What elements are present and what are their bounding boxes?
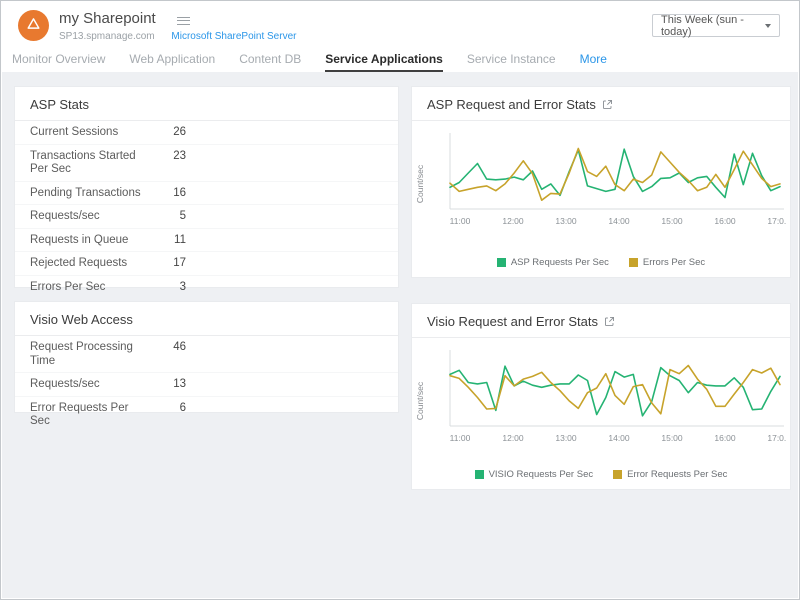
legend-label: ASP Requests Per Sec bbox=[511, 257, 609, 268]
stat-row: Error Requests Per Sec 6 bbox=[15, 397, 398, 433]
svg-text:17:0..: 17:0.. bbox=[767, 433, 786, 443]
legend-item[interactable]: VISIO Requests Per Sec bbox=[475, 469, 594, 480]
visio-request-error-chart-panel: Visio Request and Error Stats Count/sec … bbox=[411, 303, 791, 490]
stat-row: Requests/sec 13 bbox=[15, 373, 398, 397]
line-chart[interactable]: 11:00 12:00 13:00 14:00 15:00 16:00 17:0.. bbox=[428, 129, 786, 235]
chart-legend: ASP Requests Per Sec Errors Per Sec bbox=[412, 257, 790, 268]
asp-request-error-chart-panel: ASP Request and Error Stats Count/sec 11… bbox=[411, 86, 791, 278]
time-range-value: This Week (sun - today) bbox=[661, 14, 765, 38]
svg-text:12:00: 12:00 bbox=[502, 433, 524, 443]
svg-text:15:00: 15:00 bbox=[661, 216, 683, 226]
legend-label: VISIO Requests Per Sec bbox=[489, 469, 594, 480]
header: my Sharepoint SP13.spmanage.com Microsof… bbox=[2, 1, 798, 48]
asp-stats-panel: ASP Stats Current Sessions 26 Transactio… bbox=[14, 86, 399, 288]
warning-triangle-icon bbox=[25, 15, 42, 37]
chevron-down-icon bbox=[765, 24, 771, 28]
stat-row: Requests in Queue 11 bbox=[15, 229, 398, 253]
tab-content-db[interactable]: Content DB bbox=[239, 48, 301, 72]
svg-text:16:00: 16:00 bbox=[714, 433, 736, 443]
tab-bar: Monitor Overview Web Application Content… bbox=[2, 48, 798, 72]
stat-label: Rejected Requests bbox=[30, 257, 150, 271]
stat-label: Requests/sec bbox=[30, 210, 150, 224]
svg-text:11:00: 11:00 bbox=[450, 216, 471, 226]
stat-value: 6 bbox=[150, 402, 186, 416]
legend-label: Error Requests Per Sec bbox=[627, 469, 727, 480]
monitor-host: SP13.spmanage.com Microsoft SharePoint S… bbox=[59, 31, 296, 42]
stat-row: Errors Per Sec 3 bbox=[15, 276, 398, 299]
stat-value: 5 bbox=[150, 210, 186, 224]
stat-label: Current Sessions bbox=[30, 126, 150, 140]
svg-text:11:00: 11:00 bbox=[450, 433, 471, 443]
stat-label: Requests in Queue bbox=[30, 234, 150, 248]
svg-text:14:00: 14:00 bbox=[608, 433, 630, 443]
stat-label: Transactions Started Per Sec bbox=[30, 150, 150, 177]
svg-text:17:0..: 17:0.. bbox=[767, 216, 786, 226]
svg-text:13:00: 13:00 bbox=[555, 216, 577, 226]
stat-label: Requests/sec bbox=[30, 378, 150, 392]
panel-title: ASP Stats bbox=[15, 87, 398, 121]
page-title: my Sharepoint bbox=[59, 10, 156, 27]
stat-row: Transactions Started Per Sec 23 bbox=[15, 145, 398, 182]
legend-swatch bbox=[613, 470, 622, 479]
dashboard-content: ASP Stats Current Sessions 26 Transactio… bbox=[2, 72, 798, 598]
legend-item[interactable]: Errors Per Sec bbox=[629, 257, 705, 268]
y-axis-label: Count/sec bbox=[415, 154, 425, 214]
stat-row: Requests/sec 5 bbox=[15, 205, 398, 229]
stat-row: Current Sessions 26 bbox=[15, 121, 398, 145]
host-name: SP13.spmanage.com bbox=[59, 31, 155, 42]
tab-service-instance[interactable]: Service Instance bbox=[467, 48, 556, 72]
svg-text:16:00: 16:00 bbox=[714, 216, 736, 226]
chart-legend: VISIO Requests Per Sec Error Requests Pe… bbox=[412, 469, 790, 480]
y-axis-label: Count/sec bbox=[415, 371, 425, 431]
chart-area[interactable]: Count/sec 11:00 12:00 13:00 14:00 15:00 16:00… bbox=[412, 121, 790, 278]
svg-text:13:00: 13:00 bbox=[555, 433, 577, 443]
legend-swatch bbox=[475, 470, 484, 479]
monitor-type-link[interactable]: Microsoft SharePoint Server bbox=[171, 31, 296, 42]
open-in-new-icon[interactable] bbox=[602, 99, 613, 110]
stat-value: 16 bbox=[150, 187, 186, 201]
app-window: my Sharepoint SP13.spmanage.com Microsof… bbox=[0, 0, 800, 600]
legend-swatch bbox=[629, 258, 638, 267]
stat-value: 23 bbox=[150, 150, 186, 164]
legend-item[interactable]: ASP Requests Per Sec bbox=[497, 257, 609, 268]
chart-area[interactable]: Count/sec 11:00 12:00 13:00 14:00 15:00 16:00… bbox=[412, 338, 790, 490]
stat-value: 13 bbox=[150, 378, 186, 392]
legend-label: Errors Per Sec bbox=[643, 257, 705, 268]
stat-value: 46 bbox=[150, 341, 186, 355]
svg-text:14:00: 14:00 bbox=[608, 216, 630, 226]
line-chart[interactable]: 11:00 12:00 13:00 14:00 15:00 16:00 17:0.. bbox=[428, 346, 786, 452]
stat-label: Pending Transactions bbox=[30, 187, 150, 201]
legend-item[interactable]: Error Requests Per Sec bbox=[613, 469, 727, 480]
open-in-new-icon[interactable] bbox=[604, 316, 615, 327]
stat-value: 11 bbox=[150, 234, 186, 248]
svg-text:12:00: 12:00 bbox=[502, 216, 524, 226]
panel-title: Visio Web Access bbox=[15, 302, 398, 336]
monitor-status-badge bbox=[18, 10, 49, 41]
tab-web-application[interactable]: Web Application bbox=[129, 48, 215, 72]
tab-monitor-overview[interactable]: Monitor Overview bbox=[12, 48, 105, 72]
chart-title: ASP Request and Error Stats bbox=[427, 97, 596, 112]
stat-row: Request Processing Time 46 bbox=[15, 336, 398, 373]
stat-label: Request Processing Time bbox=[30, 341, 150, 368]
stat-value: 3 bbox=[150, 281, 186, 295]
stat-row: Pending Transactions 16 bbox=[15, 182, 398, 206]
hamburger-icon[interactable] bbox=[177, 14, 190, 27]
stat-label: Errors Per Sec bbox=[30, 281, 150, 295]
tab-service-applications[interactable]: Service Applications bbox=[325, 48, 443, 72]
stat-row: Rejected Requests 17 bbox=[15, 252, 398, 276]
tab-more[interactable]: More bbox=[580, 48, 607, 72]
stat-label: Error Requests Per Sec bbox=[30, 402, 150, 429]
stat-value: 26 bbox=[150, 126, 186, 140]
svg-text:15:00: 15:00 bbox=[661, 433, 683, 443]
time-range-dropdown[interactable]: This Week (sun - today) bbox=[652, 14, 780, 37]
legend-swatch bbox=[497, 258, 506, 267]
chart-title: Visio Request and Error Stats bbox=[427, 314, 598, 329]
stat-value: 17 bbox=[150, 257, 186, 271]
visio-web-access-panel: Visio Web Access Request Processing Time… bbox=[14, 301, 399, 413]
